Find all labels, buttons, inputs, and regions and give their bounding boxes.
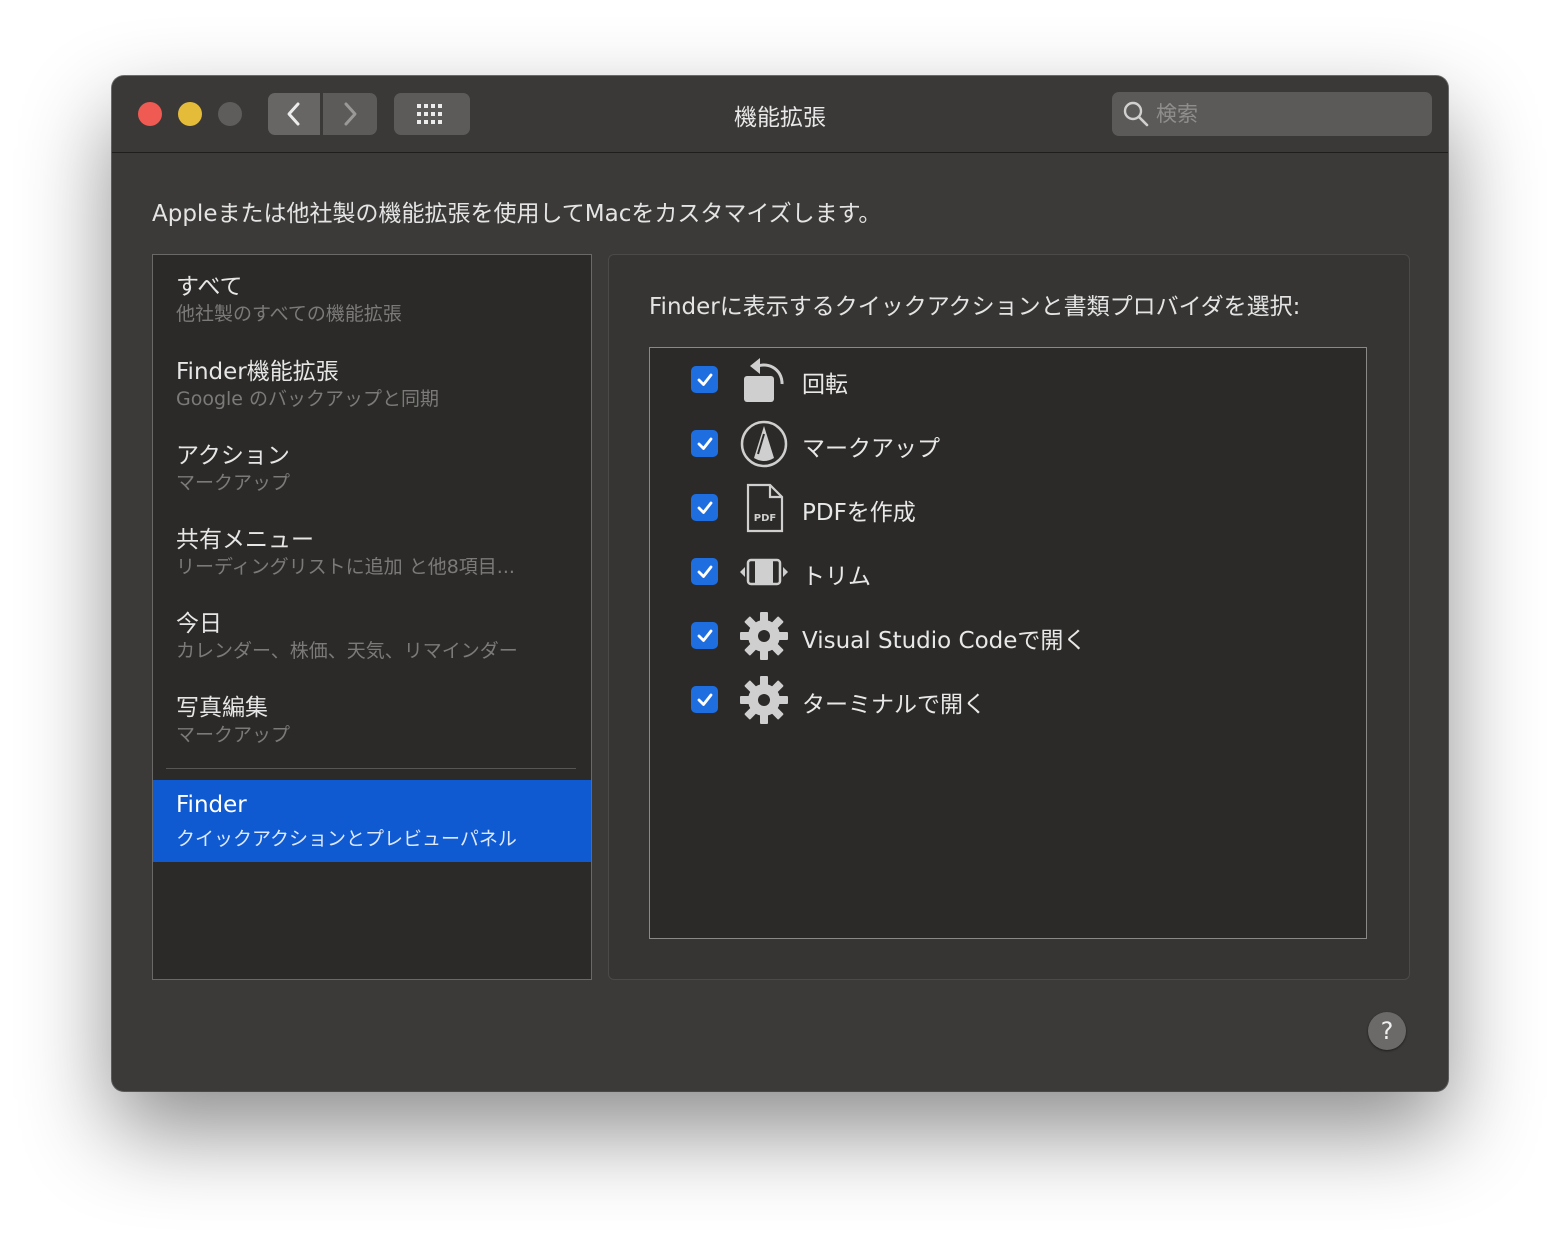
- markup-checkbox[interactable]: [691, 430, 718, 457]
- list-item-markup: マークアップ: [650, 414, 1366, 474]
- list-item-trim: トリム: [650, 542, 1366, 602]
- sidebar-item-title: すべて: [176, 274, 243, 300]
- list-item-open-terminal: ターミナルで開く: [650, 670, 1366, 730]
- checkmark-icon: [697, 565, 712, 578]
- help-button[interactable]: ?: [1368, 1012, 1406, 1050]
- forward-button[interactable]: [323, 93, 377, 135]
- chevron-left-icon: [287, 102, 300, 126]
- open-terminal-checkbox[interactable]: [691, 686, 718, 713]
- trim-checkbox[interactable]: [691, 558, 718, 585]
- open-vscode-label: Visual Studio Codeで開く: [802, 628, 1087, 654]
- sidebar-item-title: アクション: [176, 443, 290, 469]
- zoom-button[interactable]: [218, 102, 242, 126]
- checkmark-icon: [697, 501, 712, 514]
- quick-actions-list[interactable]: 回転 マークアップ PDF PDFを作成 トリム Visual Studio C…: [649, 347, 1367, 939]
- pdf-document-icon: PDF: [746, 483, 784, 533]
- sidebar-item-subtitle: マークアップ: [176, 472, 291, 494]
- sidebar-item-finder-extensions[interactable]: Finder機能拡張 Google のバックアップと同期: [153, 340, 591, 422]
- detail-panel: Finderに表示するクイックアクションと書類プロバイダを選択: 回転 マークア…: [608, 254, 1410, 980]
- sidebar-item-subtitle: カレンダー、株価、天気、リマインダー: [176, 640, 518, 662]
- sidebar-item-subtitle: マークアップ: [176, 724, 291, 746]
- list-item-create-pdf: PDF PDFを作成: [650, 478, 1366, 538]
- minimize-button[interactable]: [178, 102, 202, 126]
- description-text: Appleまたは他社製の機能拡張を使用してMacをカスタマイズします。: [152, 201, 882, 227]
- checkmark-icon: [697, 437, 712, 450]
- system-preferences-window: 機能拡張 Appleまたは他社製の機能拡張を使用してMacをカスタマイズします。…: [112, 76, 1448, 1091]
- checkmark-icon: [697, 629, 712, 642]
- extensions-sidebar[interactable]: すべて 他社製のすべての機能拡張 Finder機能拡張 Google のバックア…: [152, 254, 592, 980]
- sidebar-item-title: Finder機能拡張: [176, 359, 339, 385]
- sidebar-item-title: 写真編集: [176, 695, 268, 721]
- rotate-icon: [744, 358, 784, 402]
- sidebar-item-title: 共有メニュー: [176, 527, 314, 553]
- create-pdf-label: PDFを作成: [802, 500, 916, 526]
- sidebar-item-all[interactable]: すべて 他社製のすべての機能拡張: [153, 255, 591, 337]
- open-vscode-checkbox[interactable]: [691, 622, 718, 649]
- detail-heading: Finderに表示するクイックアクションと書類プロバイダを選択:: [649, 294, 1301, 320]
- markup-label: マークアップ: [802, 436, 940, 462]
- rotate-label: 回転: [802, 372, 848, 398]
- sidebar-item-finder[interactable]: Finder クイックアクションとプレビューパネル: [153, 780, 591, 862]
- sidebar-divider: [166, 768, 576, 769]
- list-item-open-vscode: Visual Studio Codeで開く: [650, 606, 1366, 666]
- sidebar-item-actions[interactable]: アクション マークアップ: [153, 424, 591, 506]
- sidebar-item-photo-editing[interactable]: 写真編集 マークアップ: [153, 676, 591, 758]
- title-bar: 機能拡張: [112, 76, 1448, 153]
- chevron-right-icon: [344, 102, 357, 126]
- sidebar-item-subtitle: リーディングリストに追加 と他8項目...: [176, 556, 515, 578]
- gear-icon: [740, 612, 788, 660]
- create-pdf-checkbox[interactable]: [691, 494, 718, 521]
- sidebar-item-title: 今日: [176, 611, 222, 637]
- show-all-button[interactable]: [394, 93, 470, 135]
- search-icon: [1123, 101, 1149, 127]
- sidebar-item-title: Finder: [176, 792, 247, 818]
- sidebar-item-subtitle: Google のバックアップと同期: [176, 388, 440, 410]
- open-terminal-label: ターミナルで開く: [802, 692, 986, 718]
- pdf-icon-text: PDF: [754, 513, 776, 524]
- sidebar-item-subtitle: クイックアクションとプレビューパネル: [176, 828, 517, 850]
- checkmark-icon: [697, 373, 712, 386]
- search-input[interactable]: [1154, 101, 1418, 127]
- search-field[interactable]: [1112, 92, 1432, 136]
- sidebar-item-subtitle: 他社製のすべての機能拡張: [176, 303, 402, 325]
- markup-icon: [740, 420, 788, 468]
- list-item-rotate: 回転: [650, 350, 1366, 410]
- sidebar-item-today[interactable]: 今日 カレンダー、株価、天気、リマインダー: [153, 592, 591, 674]
- back-button[interactable]: [268, 93, 320, 135]
- trim-label: トリム: [802, 564, 871, 590]
- sidebar-item-share-menu[interactable]: 共有メニュー リーディングリストに追加 と他8項目...: [153, 508, 591, 590]
- rotate-checkbox[interactable]: [691, 366, 718, 393]
- grid-icon: [417, 104, 442, 124]
- checkmark-icon: [697, 693, 712, 706]
- trim-icon: [740, 558, 788, 586]
- close-button[interactable]: [138, 102, 162, 126]
- gear-icon: [740, 676, 788, 724]
